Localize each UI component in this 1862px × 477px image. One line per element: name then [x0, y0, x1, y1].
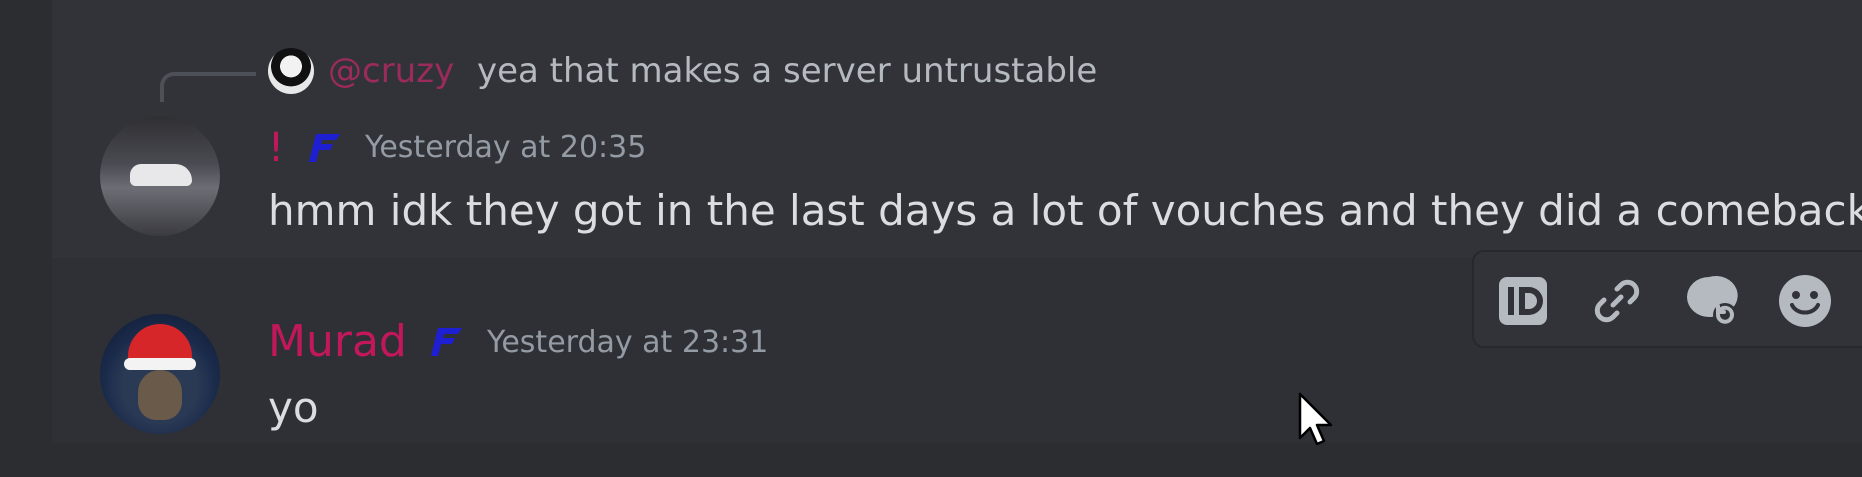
message-2-text: yo [268, 383, 319, 432]
car-image [130, 164, 192, 186]
server-sidebar-edge [0, 0, 52, 477]
message-1-timestamp[interactable]: Yesterday at 20:35 [365, 128, 646, 168]
thread-icon [1687, 275, 1738, 327]
avatar-face [138, 370, 182, 420]
reply-mention[interactable]: @cruzy [328, 48, 454, 94]
emoji-icon [1779, 275, 1831, 327]
reply-preview-text[interactable]: yea that makes a server untrustable [477, 48, 1097, 94]
message-2-avatar[interactable] [100, 314, 220, 434]
message-2-username[interactable]: Murad [268, 314, 407, 370]
reply-connector-line [160, 72, 256, 102]
message-actions-toolbar [1472, 250, 1862, 348]
create-thread-button[interactable] [1682, 272, 1740, 330]
add-reaction-button[interactable] [1776, 272, 1834, 330]
message-1-avatar[interactable] [100, 116, 220, 236]
role-icon[interactable] [428, 322, 466, 360]
reply-avatar[interactable] [268, 48, 314, 94]
santa-hat-brim [124, 358, 196, 370]
message-1-username[interactable]: ! [268, 122, 284, 174]
link-icon [1594, 279, 1640, 323]
message-1-text: hmm idk they got in the last days a lot … [268, 186, 1862, 235]
role-icon[interactable] [306, 128, 344, 166]
id-icon [1499, 277, 1547, 325]
message-2-timestamp[interactable]: Yesterday at 23:31 [487, 323, 768, 363]
copy-id-button[interactable] [1494, 272, 1552, 330]
mouse-cursor-icon [1298, 392, 1333, 446]
chat-input-area-edge [52, 443, 1862, 477]
copy-link-button[interactable] [1588, 272, 1646, 330]
